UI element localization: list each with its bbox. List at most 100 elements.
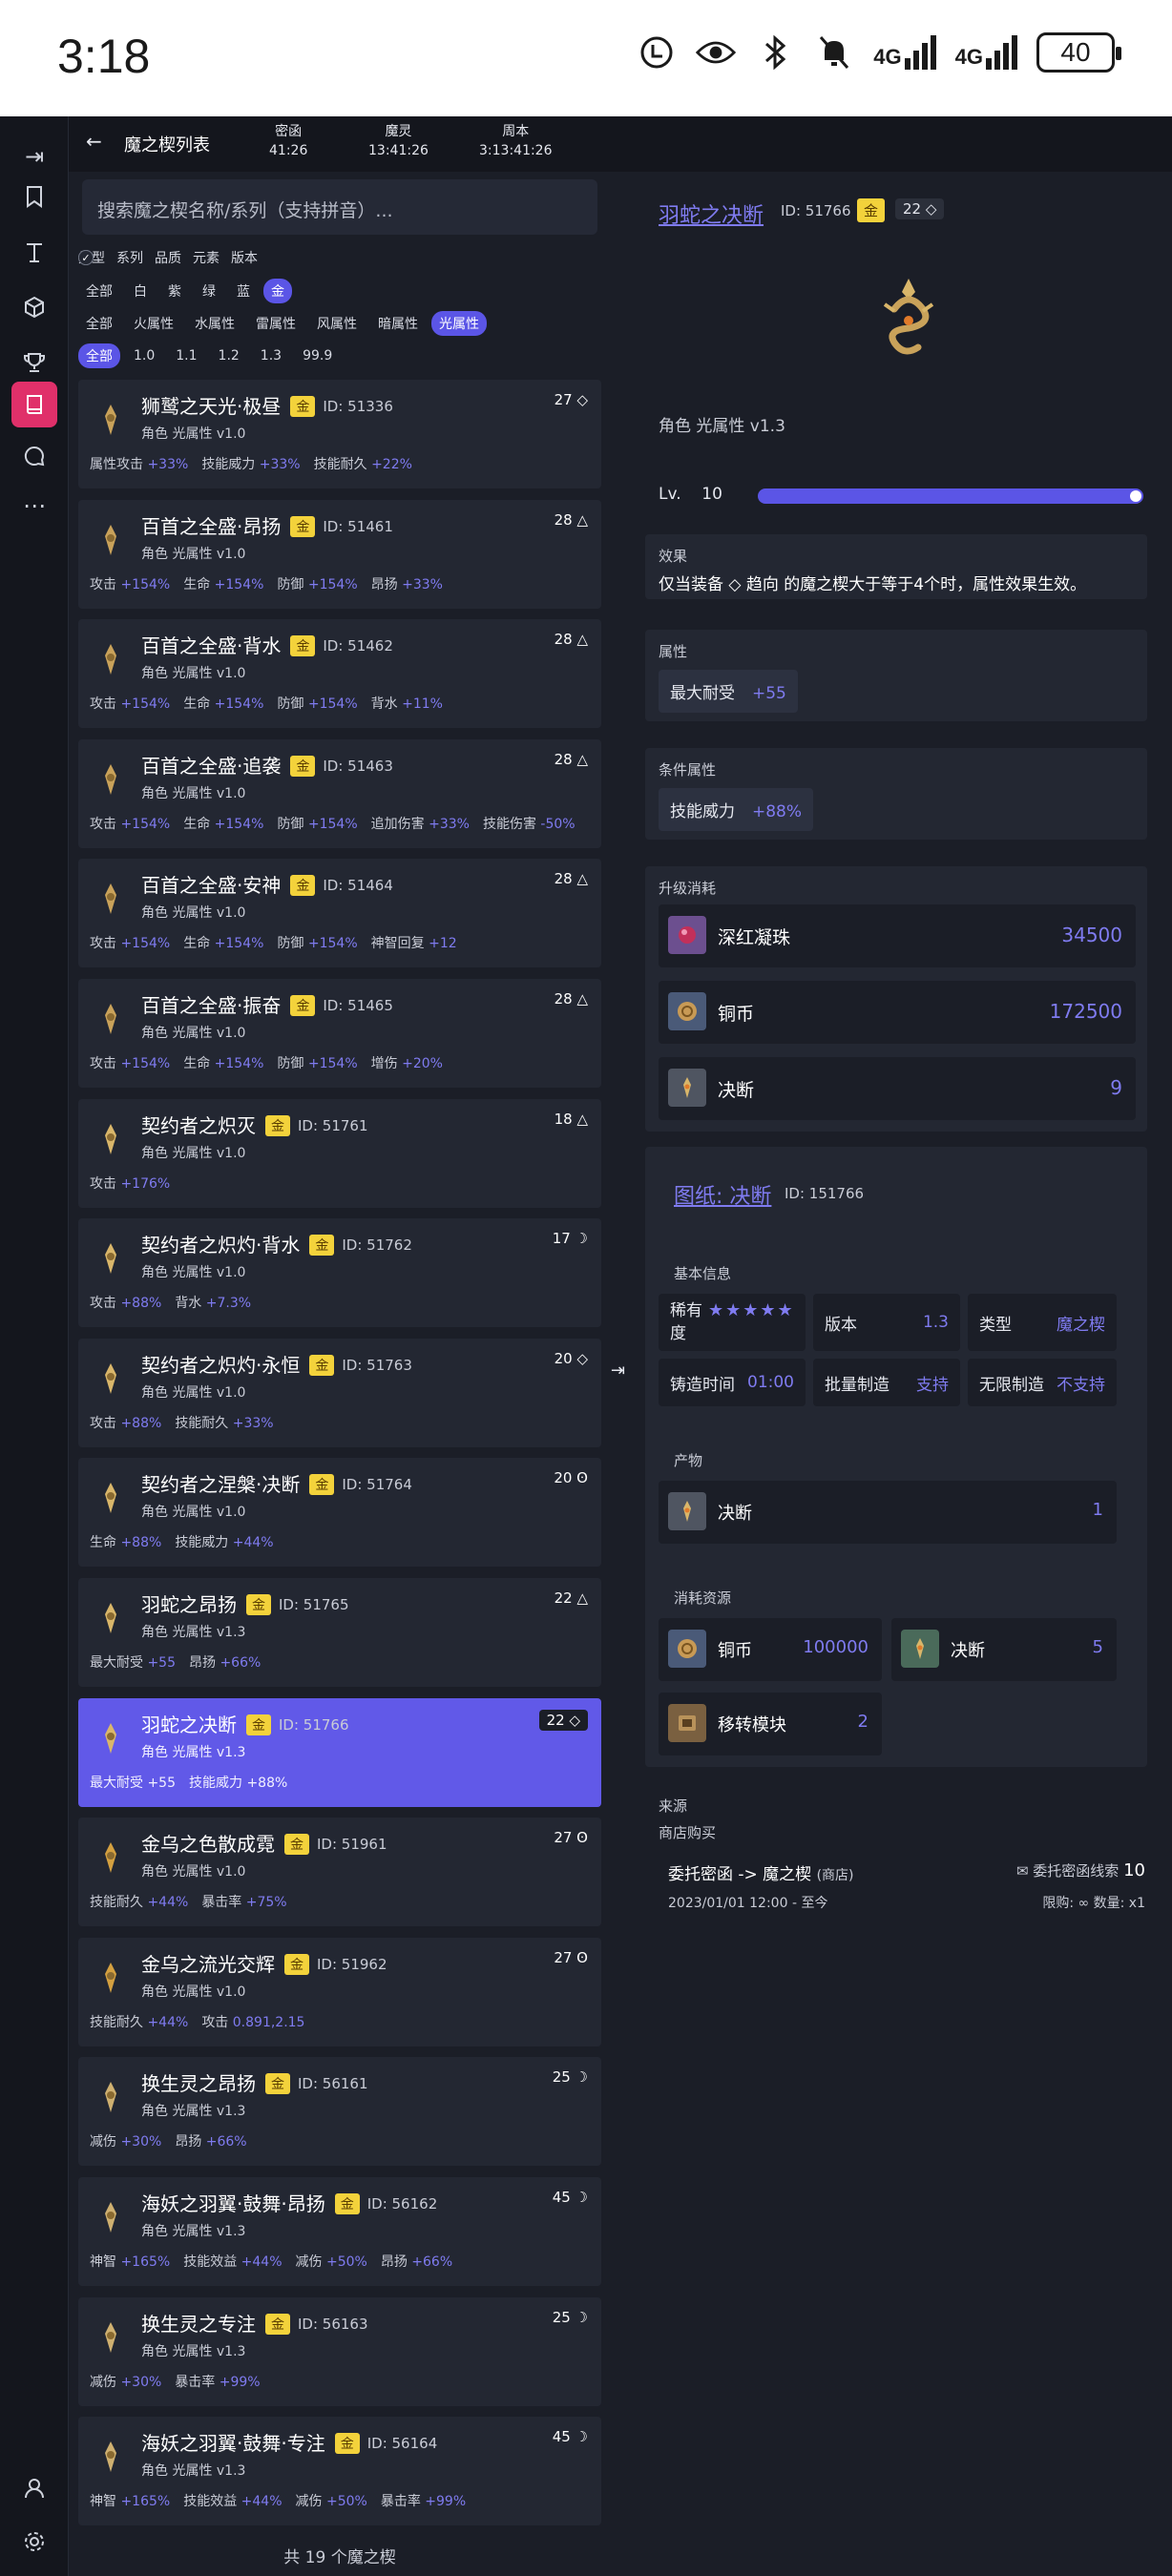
element-dark[interactable]: 暗属性 [370,311,426,336]
source-currency: 委托密函线索 [1033,1862,1120,1880]
stat-value: +55 [147,1655,176,1671]
trophy-icon[interactable] [11,340,57,385]
stat-value: +11% [402,696,443,713]
wedge-card[interactable]: 换生灵之专注金 ID: 56163 25 ☽ 角色 光属性 v1.3 减伤 +30… [78,2296,601,2406]
stat-value: +12 [429,936,457,952]
toggle-series[interactable]: 系列 [78,248,143,267]
quality-all[interactable]: 全部 [78,279,120,303]
quality-purple[interactable]: 紫 [160,279,189,303]
consume-value: 2 [857,1712,869,1732]
wedge-level: 28 △ [554,750,588,768]
stat-value: +30% [120,2374,162,2390]
element-water[interactable]: 水属性 [187,311,242,336]
level-slider[interactable] [758,488,1143,504]
wedge-card[interactable]: 百首之全盛·追袭金 ID: 51463 28 △ 角色 光属性 v1.0 攻击 +… [78,738,601,848]
wedge-card[interactable]: 百首之全盛·振奋金 ID: 51465 28 △ 角色 光属性 v1.0 攻击 +… [78,979,601,1088]
blueprint-title[interactable]: 图纸: 决断 [674,1179,771,1210]
wedge-card[interactable]: 契约者之炽灭金 ID: 51761 18 △ 角色 光属性 v1.0 攻击 +17… [78,1098,601,1208]
stat-value: +7.3% [205,1296,252,1312]
grade-badge: 金 [334,2433,360,2455]
wedge-card[interactable]: 狮鹫之天光·极昼金 ID: 51336 27 ◇ 角色 光属性 v1.0 属性攻击… [78,380,601,488]
level-row: Lv. 10 [659,485,722,504]
stat-value: +33% [402,576,443,592]
quality-green[interactable]: 绿 [195,279,223,303]
detail-grade-badge: 金 [857,198,886,222]
wedge-card[interactable]: 羽蛇之昂扬金 ID: 51765 22 △ 角色 光属性 v1.3 最大耐受 +5… [78,1578,601,1687]
collapse-panel-icon[interactable]: ⇥ [611,1361,625,1381]
detail-title[interactable]: 羽蛇之决断 [659,198,764,229]
wedge-stats: 最大耐受 +55 技能威力 +88% [90,1773,301,1792]
book-icon[interactable] [11,382,57,427]
wedge-stats: 神智 +165% 技能效益 +44% 减伤 +50% 暴击率 +99% [90,2491,479,2510]
wedge-level: 27 ʘ [554,1829,588,1847]
version-1-2[interactable]: 1.2 [211,345,247,366]
wedge-card[interactable]: 海妖之羽翼·鼓舞·昂扬金 ID: 56162 45 ☽ 角色 光属性 v1.3 神… [78,2177,601,2286]
expand-sidebar-icon[interactable]: ⇥ [11,134,57,179]
element-wind[interactable]: 风属性 [309,311,365,336]
slider-knob[interactable] [1130,490,1141,502]
version-1-3[interactable]: 1.3 [253,345,289,366]
wedge-level: 28 △ [554,990,588,1008]
text-icon[interactable] [11,229,57,275]
wedge-subtitle: 角色 光属性 v1.0 [141,546,246,562]
wedge-card[interactable]: 契约者之炽灼·背水金 ID: 51762 17 ☽ 角色 光属性 v1.0 攻击 … [78,1218,601,1328]
chat-icon[interactable] [11,433,57,479]
wedge-name-row: 百首之全盛·追袭金 ID: 51463 [141,751,393,779]
wedge-card[interactable]: 金乌之流光交辉金 ID: 51962 27 ʘ 角色 光属性 v1.0 技能耐久 … [78,1937,601,2046]
version-1-0[interactable]: 1.0 [126,345,162,366]
version-99-9[interactable]: 99.9 [295,345,340,366]
wedge-card[interactable]: 百首之全盛·昂扬金 ID: 51461 28 △ 角色 光属性 v1.0 攻击 +… [78,499,601,609]
more-icon[interactable]: ⋯ [11,483,57,529]
eye-icon [696,32,737,73]
wedge-card[interactable]: 羽蛇之决断金 ID: 51766 22 ◇ 角色 光属性 v1.3 最大耐受 +5… [78,1697,601,1807]
element-thunder[interactable]: 雷属性 [248,311,303,336]
serpent-icon [90,1597,132,1639]
wedge-card[interactable]: 百首之全盛·安神金 ID: 51464 28 △ 角色 光属性 v1.0 攻击 +… [78,859,601,968]
quality-gold[interactable]: 金 [263,279,292,303]
user-icon[interactable] [11,2465,57,2511]
stat-value: 0.891,2.15 [232,2014,305,2030]
wedge-name-row: 契约者之炽灼·背水金 ID: 51762 [141,1230,412,1257]
element-all[interactable]: 全部 [78,311,120,336]
consume-name: 决断 [951,1641,985,1661]
wedge-level: 25 ☽ [552,2068,588,2087]
stat-value: +99% [425,2494,467,2510]
wedge-card[interactable]: 海妖之羽翼·鼓舞·专注金 ID: 56164 45 ☽ 角色 光属性 v1.3 神… [78,2417,601,2526]
search-input[interactable]: 搜索魔之楔名称/系列（支持拼音）... [82,179,597,235]
stat-value: +33% [429,816,470,832]
wedge-card[interactable]: 契约者之涅槃·决断金 ID: 51764 20 ʘ 角色 光属性 v1.0 生命 … [78,1458,601,1568]
serpent-wedge-icon [861,271,956,366]
back-arrow-icon[interactable]: ← [86,130,102,153]
quality-white[interactable]: 白 [126,279,155,303]
stat-name: 攻击 [90,1296,116,1312]
toggle-quality[interactable]: ✓ 品质 [78,248,181,267]
quality-blue[interactable]: 蓝 [229,279,258,303]
golden-crow-icon [90,1837,132,1879]
settings-icon[interactable] [11,2519,57,2565]
element-light[interactable]: 光属性 [431,311,487,336]
toggle-element[interactable]: ✓ 元素 [78,248,220,267]
stat-name: 攻击 [90,1056,116,1071]
stat-name: 攻击 [90,576,116,592]
check-icon: ✓ [78,250,94,265]
version-all[interactable]: 全部 [78,343,120,368]
wedge-card[interactable]: 换生灵之昂扬金 ID: 56161 25 ☽ 角色 光属性 v1.3 减伤 +30… [78,2057,601,2167]
wedge-level: 20 ʘ [554,1469,588,1487]
wedge-name-row: 海妖之羽翼·鼓舞·昂扬金 ID: 56162 [141,2189,437,2216]
signal-2-label: 4G [954,45,983,69]
wedge-stats: 攻击 +154% 生命 +154% 防御 +154% 昂扬 +33% [90,574,456,593]
source-row: 委托密函 -> 魔之楔 (商店) ✉ 委托密函线索 10 2023/01/01 … [659,1853,1145,1925]
wedge-card[interactable]: 百首之全盛·背水金 ID: 51462 28 △ 角色 光属性 v1.0 攻击 +… [78,619,601,729]
wedge-card[interactable]: 金乌之色散成霓金 ID: 51961 27 ʘ 角色 光属性 v1.0 技能耐久 … [78,1818,601,1927]
blueprint-id: ID: 151766 [785,1185,865,1202]
wedge-card[interactable]: 契约者之炽灼·永恒金 ID: 51763 20 ◇ 角色 光属性 v1.0 攻击 … [78,1338,601,1447]
cube-icon[interactable] [11,284,57,330]
bookmark-icon[interactable] [11,174,57,219]
level-label: Lv. [659,485,681,504]
wedge-level: 28 △ [554,510,588,529]
element-fire[interactable]: 火属性 [126,311,181,336]
toggle-version[interactable]: ✓ 版本 [78,248,258,267]
stat-name: 技能效益 [183,2494,238,2510]
attribute-value: +55 [752,684,786,703]
version-1-1[interactable]: 1.1 [168,345,204,366]
